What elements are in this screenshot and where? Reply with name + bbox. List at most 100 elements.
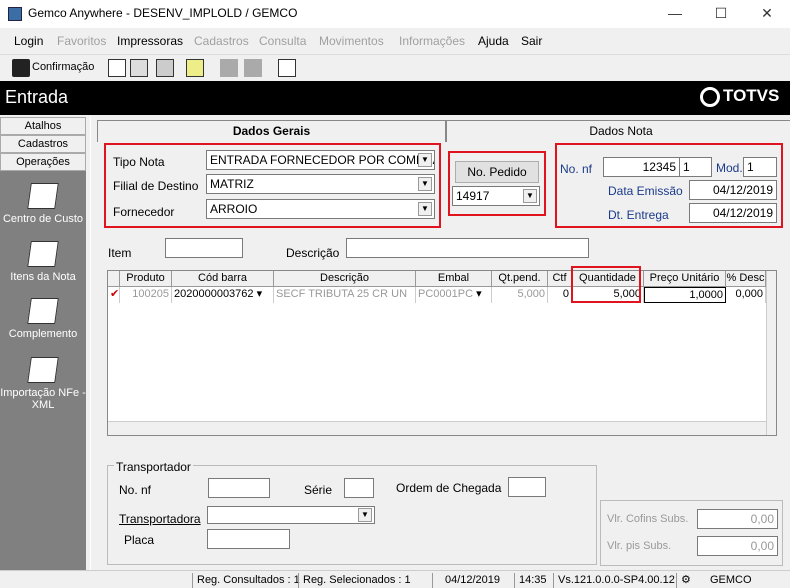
cell-embal[interactable]: PC0001PC ▾ [416, 287, 492, 303]
sidebar-item-importacao[interactable]: Importação NFe - XML [0, 357, 86, 411]
chevron-down-icon: ▼ [418, 153, 432, 167]
serie-label: Série [304, 483, 333, 497]
grid-header-cod-barra[interactable]: Cód barra [172, 271, 274, 287]
app-icon [8, 7, 22, 21]
nf-serie-input[interactable]: 1 [679, 157, 712, 177]
document-pen-icon [27, 183, 59, 209]
transportadora-select[interactable]: ▼ [207, 506, 375, 524]
grid-header-desc[interactable]: % Desc [726, 271, 766, 287]
sidebar-item-complemento[interactable]: Complemento [0, 298, 86, 340]
pedido-button[interactable]: No. Pedido [455, 161, 539, 183]
chevron-down-icon: ▼ [523, 189, 537, 203]
transp-nf-label: No. nf [119, 483, 152, 497]
descricao-label: Descrição [286, 246, 340, 260]
descricao-input[interactable] [346, 238, 589, 258]
menu-informacoes[interactable]: Informações [399, 34, 465, 48]
sidebar-item-itens-nota[interactable]: Itens da Nota [0, 241, 86, 283]
tab-dados-gerais[interactable]: Dados Gerais [97, 120, 446, 142]
printer-icon[interactable] [156, 59, 174, 77]
grid-header-ctf[interactable]: Ctf [548, 271, 572, 287]
chevron-down-icon: ▼ [418, 202, 432, 216]
toolbar: Confirmação [0, 54, 790, 80]
status-time: 14:35 [514, 573, 547, 588]
grid-header-embal[interactable]: Embal [416, 271, 492, 287]
title-bar: Gemco Anywhere - DESENV_IMPLOLD / GEMCO … [0, 0, 790, 28]
grid-h-scrollbar[interactable] [108, 421, 766, 435]
tab-dados-nota[interactable]: Dados Nota [446, 120, 790, 142]
highlight-quantidade [571, 266, 641, 303]
page-title: Entrada [5, 87, 69, 107]
grid-header-preco[interactable]: Preço Unitário [644, 271, 726, 287]
help-icon[interactable] [186, 59, 204, 77]
print-preview-icon[interactable] [130, 59, 148, 77]
sidebar-tab-cadastros[interactable]: Cadastros [0, 135, 86, 153]
entrega-label: Dt. Entrega [608, 208, 669, 222]
menu-consulta[interactable]: Consulta [259, 34, 306, 48]
sidebar-tab-atalhos[interactable]: Atalhos [0, 117, 86, 135]
window-title: Gemco Anywhere - DESENV_IMPLOLD / GEMCO [28, 6, 298, 20]
sidebar-item-centro-custo[interactable]: Centro de Custo [0, 183, 86, 225]
cell-produto[interactable]: 100205 [120, 287, 172, 303]
menu-login[interactable]: Login [14, 34, 43, 48]
transportador-label: Transportador [114, 460, 193, 474]
menu-sair[interactable]: Sair [521, 34, 542, 48]
transportadora-label[interactable]: Transportadora [119, 512, 201, 526]
status-company: GEMCO [710, 574, 752, 586]
grid-header-descricao[interactable]: Descrição [274, 271, 416, 287]
menu-ajuda[interactable]: Ajuda [478, 34, 509, 48]
mod-input[interactable]: 1 [743, 157, 777, 177]
page-header: Entrada TOTVS [0, 81, 790, 115]
chevron-down-icon: ▾ [256, 288, 263, 300]
cofins-label: Vlr. Cofins Subs. [607, 513, 689, 525]
status-selecionados: Reg. Selecionados : 1 [298, 573, 411, 588]
stamp-icon[interactable] [220, 59, 238, 77]
stamp-icon-2[interactable] [244, 59, 262, 77]
emissao-label: Data Emissão [608, 184, 683, 198]
grid-header-produto[interactable]: Produto [120, 271, 172, 287]
confirm-label[interactable]: Confirmação [32, 61, 94, 73]
save-icon[interactable] [12, 59, 30, 77]
grid-header-qt-pend[interactable]: Qt.pend. [492, 271, 548, 287]
sidebar: Atalhos Cadastros Operações Centro de Cu… [0, 117, 86, 570]
fornecedor-select[interactable]: ARROIO ▼ [206, 199, 435, 219]
menu-favoritos[interactable]: Favoritos [57, 34, 106, 48]
cell-cod-barra[interactable]: 2020000003762 ▾ [172, 287, 274, 303]
emissao-input[interactable]: 04/12/2019 [689, 180, 777, 200]
nf-input[interactable]: 12345 [603, 157, 680, 177]
serie-input[interactable] [344, 478, 374, 498]
nf-label: No. nf [560, 162, 593, 176]
tipo-nota-select[interactable]: ENTRADA FORNECEDOR POR COMPRAS ▼ [206, 150, 435, 170]
maximize-button[interactable]: ☐ [698, 0, 744, 28]
status-version: Vs.121.0.0.0-SP4.00.12 [553, 573, 675, 588]
tipo-nota-label: Tipo Nota [113, 155, 165, 169]
cell-descricao[interactable]: SECF TRIBUTA 25 CR UN [274, 287, 416, 303]
menu-cadastros[interactable]: Cadastros [194, 34, 249, 48]
calendar-icon[interactable] [278, 59, 296, 77]
placa-input[interactable] [207, 529, 290, 549]
mod-label: Mod. [716, 161, 743, 175]
pedido-select[interactable]: 14917 ▼ [452, 186, 540, 206]
new-document-icon[interactable] [108, 59, 126, 77]
document-pen-icon [27, 357, 59, 383]
ordem-input[interactable] [508, 477, 546, 497]
filial-label: Filial de Destino [113, 179, 199, 193]
menu-impressoras[interactable]: Impressoras [117, 34, 183, 48]
cell-preco[interactable]: 1,0000 [644, 287, 726, 303]
minimize-button[interactable]: — [652, 0, 698, 28]
entrega-input[interactable]: 04/12/2019 [689, 203, 777, 223]
cell-qt-pend[interactable]: 5,000 [492, 287, 548, 303]
status-date: 04/12/2019 [432, 573, 508, 588]
transp-nf-input[interactable] [208, 478, 270, 498]
status-bar: Reg. Consultados : 1 Reg. Selecionados :… [0, 570, 790, 588]
chevron-down-icon: ▼ [358, 508, 372, 522]
menu-movimentos[interactable]: Movimentos [319, 34, 384, 48]
ordem-label: Ordem de Chegada [396, 481, 502, 495]
grid-scrollbar[interactable] [766, 271, 776, 435]
cell-ctf[interactable]: 0 [548, 287, 572, 303]
chevron-down-icon: ▾ [476, 288, 482, 300]
item-input[interactable] [165, 238, 243, 258]
close-button[interactable]: ✕ [744, 0, 790, 28]
cell-desc[interactable]: 0,000 [726, 287, 766, 303]
sidebar-tab-operacoes[interactable]: Operações [0, 153, 86, 171]
filial-select[interactable]: MATRIZ ▼ [206, 174, 435, 194]
